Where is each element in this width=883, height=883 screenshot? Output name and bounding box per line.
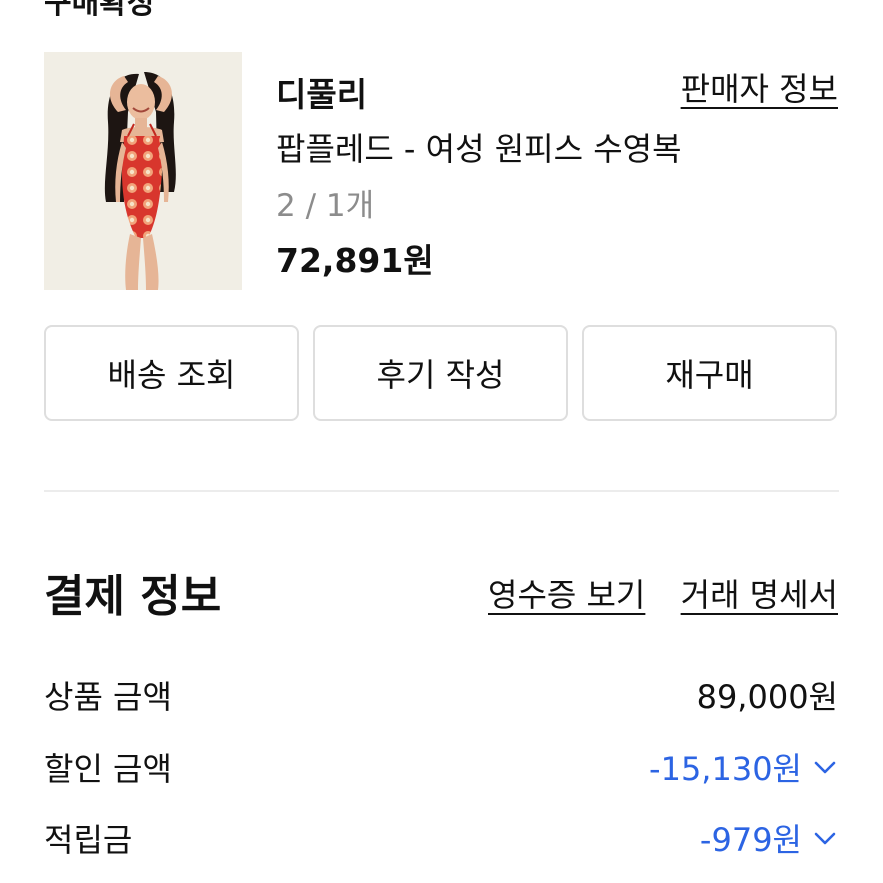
seller-name[interactable]: 디풀리 bbox=[276, 68, 367, 116]
seller-info-link[interactable]: 판매자 정보 bbox=[681, 64, 838, 110]
order-status-heading: 구매확정 bbox=[44, 0, 155, 21]
chevron-down-icon[interactable] bbox=[812, 825, 838, 851]
write-review-button[interactable]: 후기 작성 bbox=[313, 325, 568, 421]
payment-info-title: 결제 정보 bbox=[44, 571, 222, 622]
view-receipt-link[interactable]: 영수증 보기 bbox=[488, 570, 645, 616]
points-value[interactable]: -979원 bbox=[700, 815, 838, 861]
product-image[interactable] bbox=[44, 52, 242, 290]
discount-amount-label: 할인 금액 bbox=[44, 750, 172, 788]
product-price: 72,891원 bbox=[276, 241, 434, 280]
product-name[interactable]: 팝플레드 - 여성 원피스 수영복 bbox=[276, 124, 682, 170]
discount-amount-value[interactable]: -15,130원 bbox=[649, 744, 838, 790]
points-text: -979원 bbox=[699, 821, 802, 859]
transaction-statement-link[interactable]: 거래 명세서 bbox=[681, 570, 838, 616]
product-amount-label: 상품 금액 bbox=[44, 678, 172, 716]
track-delivery-button[interactable]: 배송 조회 bbox=[44, 325, 299, 421]
rebuy-button[interactable]: 재구매 bbox=[582, 325, 837, 421]
points-label: 적립금 bbox=[44, 821, 133, 859]
chevron-down-icon[interactable] bbox=[812, 754, 838, 780]
discount-amount-text: -15,130원 bbox=[649, 750, 802, 788]
swimsuit-photo-icon bbox=[44, 52, 242, 290]
section-divider bbox=[44, 490, 839, 492]
product-amount-text: 89,000원 bbox=[696, 678, 838, 716]
product-amount-value: 89,000원 bbox=[697, 672, 838, 718]
product-option-quantity: 2 / 1개 bbox=[276, 188, 375, 224]
